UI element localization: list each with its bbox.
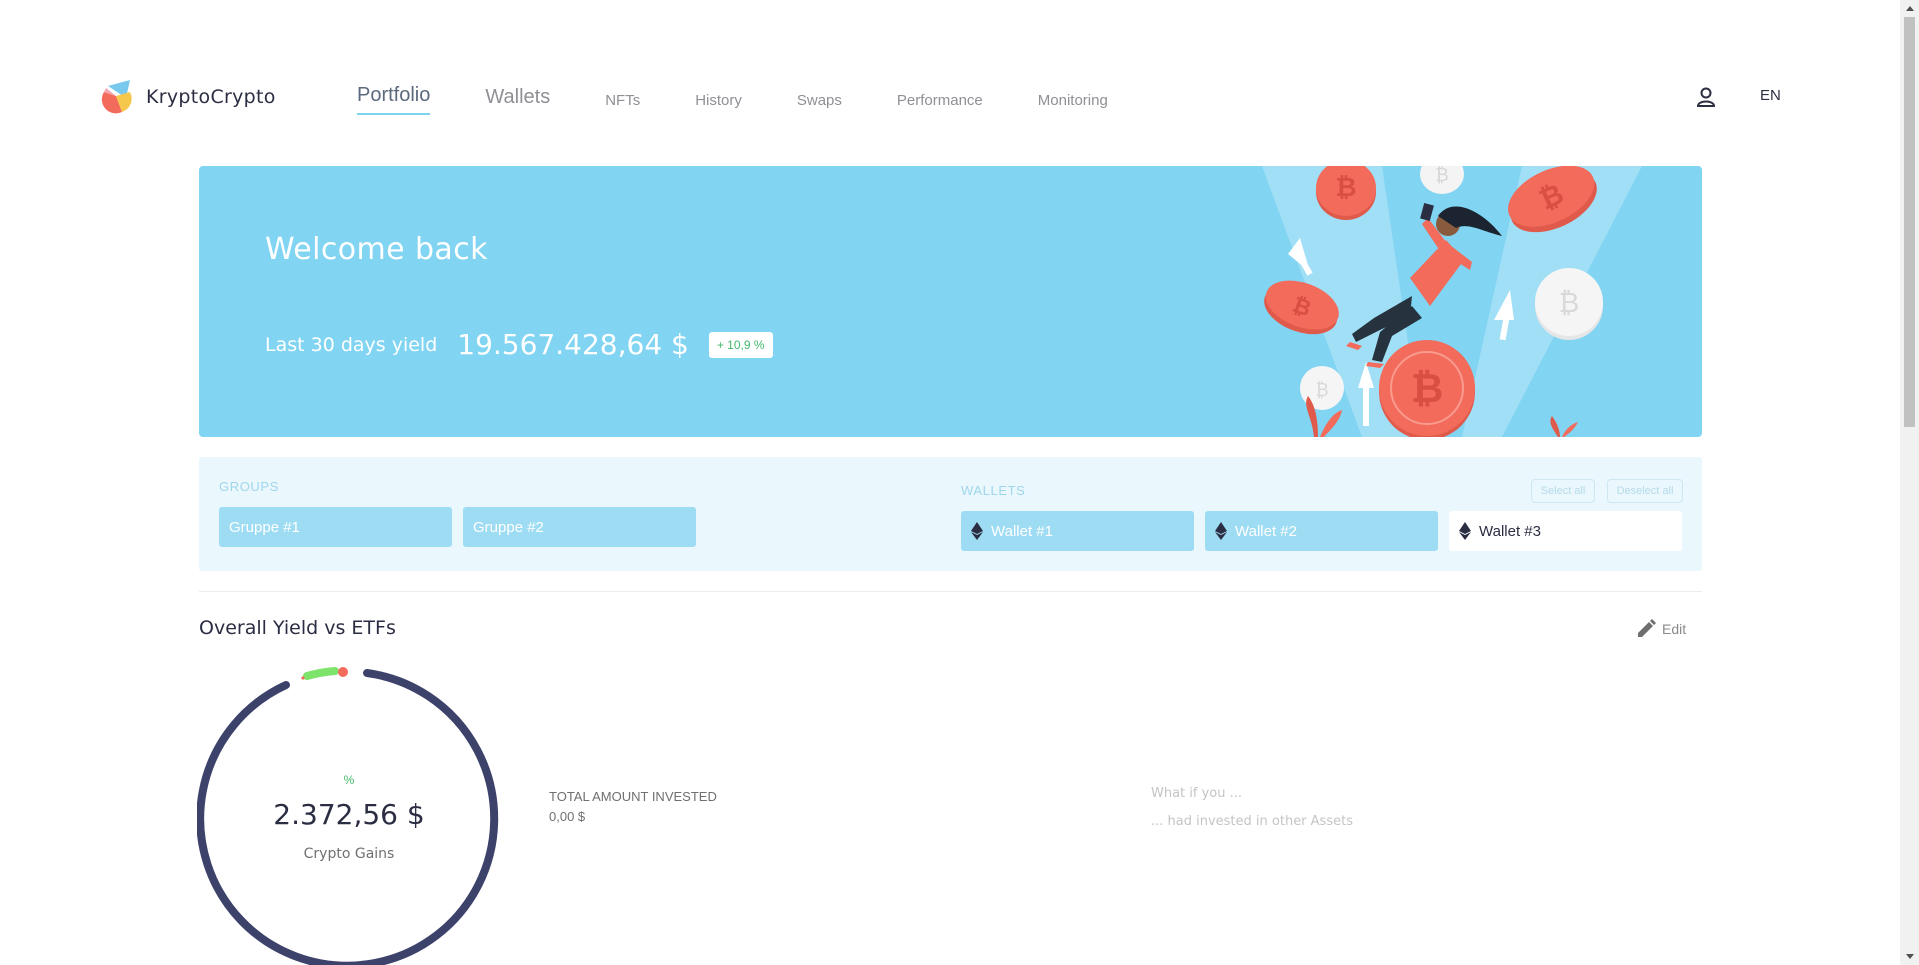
- group-chip-label: Gruppe #2: [473, 518, 544, 536]
- yield-label: Last 30 days yield: [265, 333, 438, 356]
- brand-logo[interactable]: KryptoCrypto: [100, 78, 276, 116]
- page-scrollbar[interactable]: [1900, 0, 1919, 965]
- svg-text:₿: ₿: [1335, 173, 1356, 203]
- top-header: KryptoCrypto Portfolio Wallets NFTs Hist…: [0, 0, 1900, 150]
- welcome-banner: Welcome back Last 30 days yield 19.567.4…: [199, 166, 1702, 437]
- nav-wallets[interactable]: Wallets: [485, 86, 550, 115]
- wallet-chip-label: Wallet #3: [1479, 522, 1541, 540]
- nav-portfolio[interactable]: Portfolio: [357, 84, 431, 115]
- ethereum-icon: [1215, 522, 1227, 540]
- nav-performance[interactable]: Performance: [897, 92, 983, 115]
- nav-nfts[interactable]: NFTs: [605, 92, 640, 115]
- scroll-thumb[interactable]: [1904, 17, 1915, 427]
- filter-panel: GROUPS Gruppe #1 Gruppe #2 WALLETS Selec…: [199, 457, 1702, 571]
- total-invested-label: TOTAL AMOUNT INVESTED: [549, 789, 717, 804]
- language-switch[interactable]: EN: [1760, 87, 1781, 104]
- wallets-heading: WALLETS: [961, 483, 1026, 498]
- edit-label: Edit: [1662, 621, 1687, 637]
- group-chip-2[interactable]: Gruppe #2: [463, 507, 696, 547]
- wallet-chip-2[interactable]: Wallet #2: [1205, 511, 1438, 551]
- scroll-up-arrow-icon[interactable]: [1900, 0, 1919, 17]
- deselect-all-button[interactable]: Deselect all: [1607, 479, 1683, 503]
- wallet-chip-label: Wallet #1: [991, 522, 1053, 540]
- wallet-chip-3[interactable]: Wallet #3: [1449, 511, 1682, 551]
- section-divider: [199, 591, 1702, 592]
- donut-percent: %: [343, 773, 355, 787]
- wallet-chip-1[interactable]: Wallet #1: [961, 511, 1194, 551]
- yield-value: 19.567.428,64 $: [457, 328, 689, 361]
- brand-name: KryptoCrypto: [146, 86, 276, 108]
- whatif-line-1: What if you ...: [1151, 786, 1243, 801]
- svg-text:₿: ₿: [1435, 166, 1448, 186]
- groups-heading: GROUPS: [219, 479, 279, 494]
- total-invested-value: 0,00 $: [549, 809, 586, 824]
- svg-text:₿: ₿: [1315, 380, 1328, 401]
- group-chip-label: Gruppe #1: [229, 518, 300, 536]
- whatif-line-2: ... had invested in other Assets: [1151, 814, 1353, 829]
- donut-value: 2.372,56 $: [273, 798, 425, 831]
- logo-mark-icon: [101, 80, 132, 114]
- main-nav: Portfolio Wallets NFTs History Swaps Per…: [357, 84, 1163, 115]
- nav-history[interactable]: History: [695, 92, 742, 115]
- nav-swaps[interactable]: Swaps: [797, 92, 842, 115]
- scroll-down-arrow-icon[interactable]: [1900, 948, 1919, 965]
- svg-text:₿: ₿: [1411, 366, 1444, 412]
- group-chip-1[interactable]: Gruppe #1: [219, 507, 452, 547]
- user-icon[interactable]: [1696, 86, 1716, 108]
- crypto-illustration-icon: ₿ ₿ ₿ ₿ ₿ ₿ ₿: [1262, 166, 1642, 437]
- donut-label: Crypto Gains: [303, 846, 395, 862]
- wallet-chip-label: Wallet #2: [1235, 522, 1297, 540]
- select-all-button[interactable]: Select all: [1531, 479, 1595, 503]
- pencil-icon: [1638, 619, 1656, 637]
- ethereum-icon: [971, 522, 983, 540]
- yield-summary: Last 30 days yield 19.567.428,64 $ + 10,…: [265, 328, 773, 361]
- yield-change-badge: + 10,9 %: [708, 331, 773, 358]
- welcome-title: Welcome back: [265, 232, 488, 267]
- edit-button[interactable]: Edit: [1636, 619, 1686, 639]
- ethereum-icon: [1459, 522, 1471, 540]
- svg-text:₿: ₿: [1559, 286, 1580, 319]
- section-title: Overall Yield vs ETFs: [199, 617, 396, 639]
- nav-monitoring[interactable]: Monitoring: [1038, 92, 1108, 115]
